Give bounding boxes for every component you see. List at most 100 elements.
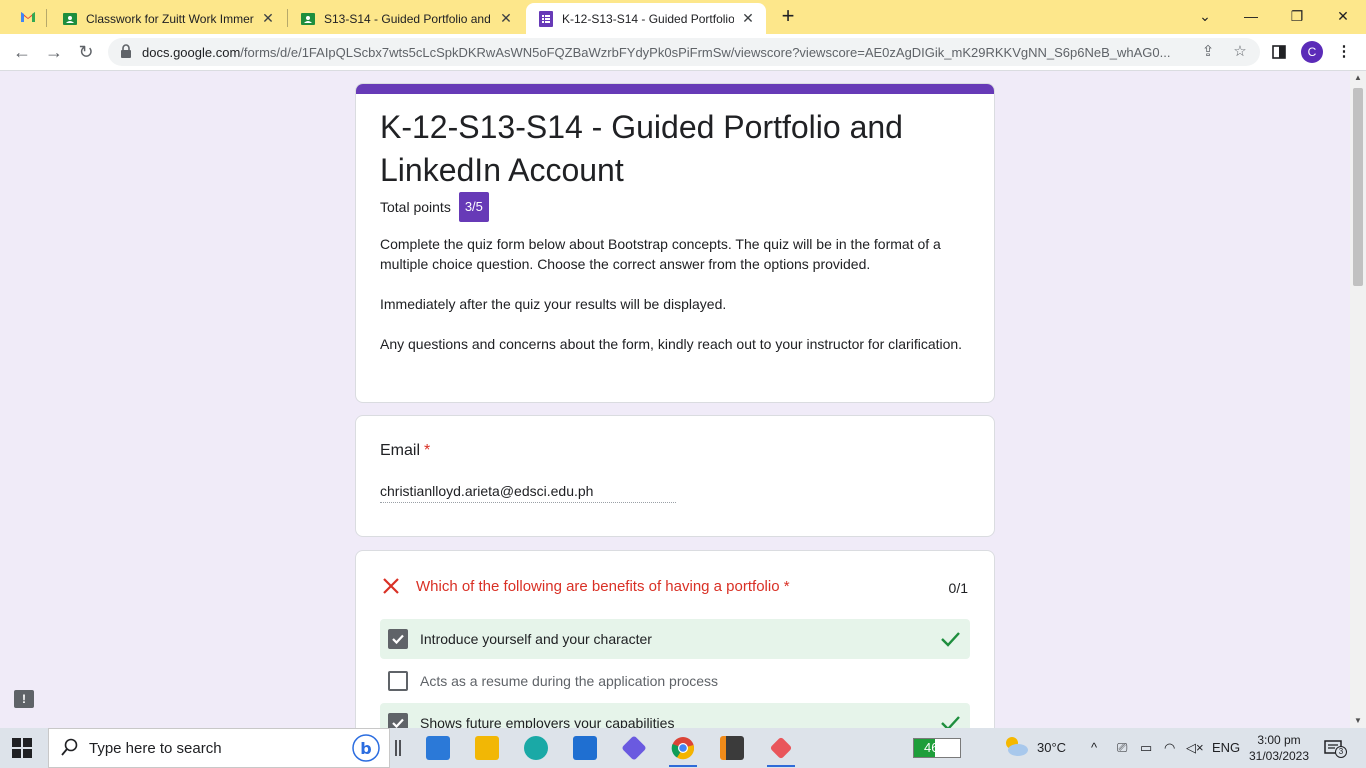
chrome-icon[interactable] <box>663 733 703 767</box>
google-classroom-icon <box>62 11 78 27</box>
close-window-button[interactable]: ✕ <box>1331 4 1355 28</box>
close-icon[interactable]: ✕ <box>260 10 276 27</box>
scroll-up-arrow-icon[interactable]: ▲ <box>1350 71 1366 85</box>
checkbox-unchecked <box>388 671 408 691</box>
url-host: docs.google.com <box>142 45 241 60</box>
search-placeholder: Type here to search <box>89 739 222 757</box>
wifi-icon[interactable]: ◠ <box>1164 740 1175 756</box>
gmail-icon[interactable] <box>20 9 36 25</box>
partly-cloudy-weather-icon <box>1003 735 1029 760</box>
email-label-text: Email <box>380 442 421 459</box>
minimize-button[interactable]: — <box>1239 4 1263 28</box>
correct-check-icon <box>938 627 962 651</box>
total-points: Total points 3/5 <box>380 192 489 222</box>
microsoft-store-icon[interactable] <box>418 733 458 763</box>
battery-percent: 46% <box>923 740 951 755</box>
required-asterisk: * <box>783 578 790 595</box>
form-title: K-12-S13-S14 - Guided Portfolio and Link… <box>380 109 903 188</box>
weather-widget[interactable]: 30°C <box>1003 735 1066 760</box>
google-forms-icon <box>538 10 554 27</box>
input-language[interactable]: ENG <box>1212 740 1240 755</box>
tab-guided-portfolio[interactable]: S13-S14 - Guided Portfolio and Li ✕ <box>288 3 524 34</box>
restore-button[interactable]: ❐ <box>1285 4 1309 28</box>
option-row: Acts as a resume during the application … <box>380 661 970 701</box>
scrollbar-thumb[interactable] <box>1353 88 1363 286</box>
tab-separator <box>46 9 47 27</box>
sublime-text-icon[interactable] <box>712 733 752 763</box>
description-paragraph: Any questions and concerns about the for… <box>380 336 963 352</box>
side-panel-icon[interactable] <box>1268 41 1290 63</box>
option-label: Acts as a resume during the application … <box>420 673 719 689</box>
more-menu-icon[interactable]: ⋮ <box>1333 41 1355 63</box>
question-title-text: Which of the following are benefits of h… <box>416 578 780 595</box>
tab-label: S13-S14 - Guided Portfolio and Li <box>324 11 492 26</box>
edge-browser-icon[interactable] <box>516 733 556 763</box>
description-paragraph: Complete the quiz form below about Boots… <box>380 236 941 272</box>
form-accent-bar <box>356 84 994 94</box>
taskbar-search-box[interactable]: Type here to search b <box>48 728 390 768</box>
mail-icon[interactable] <box>565 733 605 763</box>
url-text: docs.google.com/forms/d/e/1FAIpQLScbx7wt… <box>142 45 1192 60</box>
clock-date: 31/03/2023 <box>1248 749 1310 763</box>
bing-icon[interactable]: b <box>351 733 381 763</box>
new-tab-button[interactable]: + <box>776 5 800 29</box>
tab-form-active[interactable]: K-12-S13-S14 - Guided Portfolio a ✕ <box>526 3 766 34</box>
question-score: 0/1 <box>948 580 968 596</box>
correct-check-icon <box>938 711 962 728</box>
option-label: Shows future employers your capabilities <box>420 715 675 728</box>
checkbox-checked <box>388 713 408 728</box>
checkbox-checked <box>388 629 408 649</box>
checkmark-icon <box>392 718 404 728</box>
bookmark-star-icon[interactable]: ☆ <box>1230 42 1250 62</box>
file-explorer-icon[interactable] <box>467 733 507 763</box>
task-view-icon[interactable] <box>388 733 408 763</box>
tab-classwork[interactable]: Classwork for Zuitt Work Immers ✕ <box>50 3 286 34</box>
page-viewport: K-12-S13-S14 - Guided Portfolio and Link… <box>0 71 1350 728</box>
windows-start-icon[interactable] <box>12 738 32 758</box>
tab-label: Classwork for Zuitt Work Immers <box>86 11 254 26</box>
checkmark-icon <box>392 634 404 645</box>
svg-text:b: b <box>360 739 371 758</box>
form-header-card: K-12-S13-S14 - Guided Portfolio and Link… <box>355 83 995 403</box>
required-asterisk: * <box>424 442 431 459</box>
chevron-up-icon[interactable]: ^ <box>1091 740 1097 755</box>
copilot-app-icon[interactable] <box>614 733 654 763</box>
battery-indicator[interactable]: 46% <box>913 738 961 758</box>
option-row: Introduce yourself and your character <box>380 619 970 659</box>
tab-label: K-12-S13-S14 - Guided Portfolio a <box>562 11 734 26</box>
forward-arrow-icon[interactable]: → <box>42 40 66 64</box>
back-arrow-icon[interactable]: ← <box>10 40 34 64</box>
question-title: Which of the following are benefits of h… <box>416 578 790 595</box>
notification-count: 3 <box>1335 746 1347 758</box>
close-icon[interactable]: ✕ <box>498 10 514 27</box>
url-path: /forms/d/e/1FAIpQLScbx7wts5cLcSpkDKRwAsW… <box>240 45 1171 60</box>
option-row: Shows future employers your capabilities <box>380 703 970 728</box>
total-points-label: Total points <box>380 199 451 215</box>
share-icon[interactable]: ⇪ <box>1198 42 1218 62</box>
reload-icon[interactable]: ↻ <box>74 40 98 64</box>
speaker-muted-icon[interactable]: ◁× <box>1186 740 1204 756</box>
page-scrollbar[interactable]: ▲ ▼ <box>1350 71 1366 728</box>
email-value: christianlloyd.arieta@edsci.edu.ph <box>380 483 676 503</box>
system-clock[interactable]: 3:00 pm 31/03/2023 <box>1244 732 1314 764</box>
battery-tray-icon[interactable]: ▭ <box>1140 740 1152 756</box>
google-classroom-icon <box>300 11 316 27</box>
email-label: Email * <box>380 442 430 460</box>
search-icon <box>61 738 81 758</box>
question-card: Which of the following are benefits of h… <box>355 550 995 728</box>
close-icon[interactable]: ✕ <box>740 10 756 27</box>
notification-center-icon[interactable]: 3 <box>1324 740 1347 758</box>
profile-avatar[interactable]: C <box>1301 41 1323 63</box>
tab-search-chevron-icon[interactable]: ⌄ <box>1193 4 1217 28</box>
option-label: Introduce yourself and your character <box>420 631 652 647</box>
clock-time: 3:00 pm <box>1257 733 1301 747</box>
report-feedback-icon[interactable]: ! <box>14 690 34 708</box>
meet-now-icon[interactable]: ⎚ <box>1117 740 1127 756</box>
email-card: Email * christianlloyd.arieta@edsci.edu.p… <box>355 415 995 537</box>
scroll-down-arrow-icon[interactable]: ▼ <box>1350 714 1366 728</box>
form-description: Complete the quiz form below about Boots… <box>380 234 970 374</box>
lock-icon <box>120 44 134 60</box>
incorrect-x-icon <box>382 577 402 597</box>
gitkraken-app-icon[interactable] <box>761 733 801 767</box>
address-bar[interactable]: docs.google.com/forms/d/e/1FAIpQLScbx7wt… <box>108 38 1260 66</box>
